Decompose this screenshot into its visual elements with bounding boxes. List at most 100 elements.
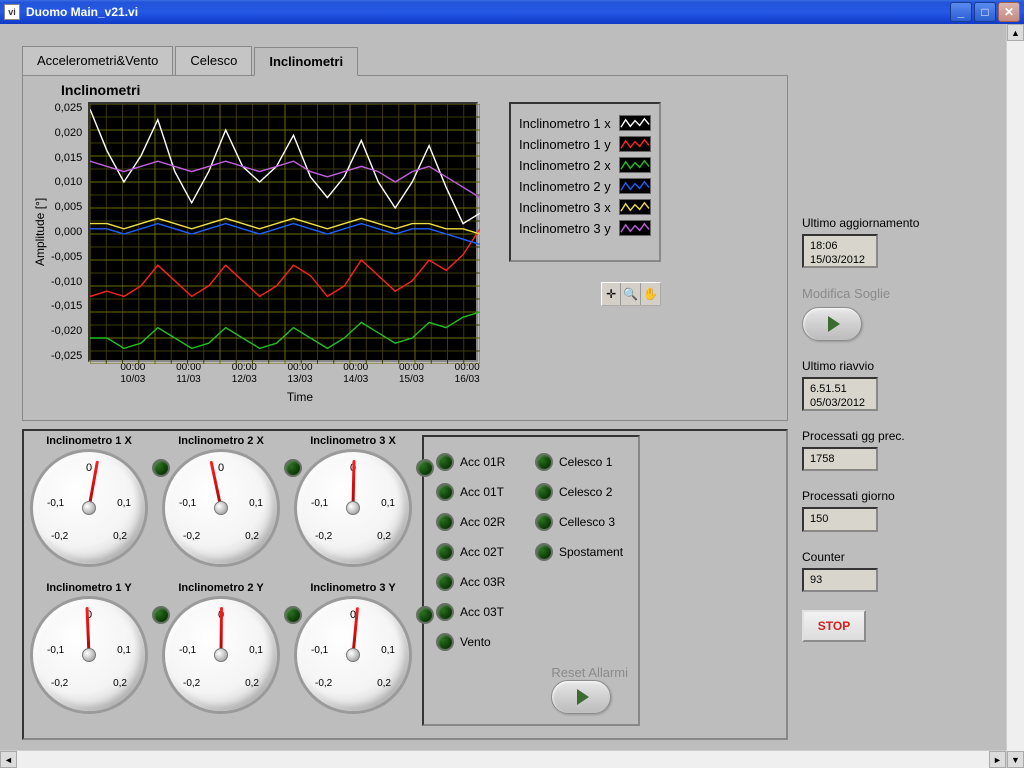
gauge-dial: 0-0,10,1-0,20,2	[30, 449, 148, 567]
side-info-panel: Ultimo aggiornamento 18:06 15/03/2012 Mo…	[802, 46, 992, 740]
gauge-status-led	[416, 606, 434, 624]
pan-tool-icon[interactable]: ✋	[641, 283, 660, 305]
chart-legend: Inclinometro 1 x Inclinometro 1 y Inclinom…	[509, 102, 661, 262]
scroll-up-icon[interactable]: ▲	[1007, 24, 1024, 41]
chart-xlabel: Time	[105, 390, 495, 404]
vertical-scrollbar[interactable]: ▲ ▼	[1006, 24, 1024, 768]
gauge-dial: 0-0,10,1-0,20,2	[162, 449, 280, 567]
app-window: vi Duomo Main_v21.vi _ □ ✕ Accelerometri…	[0, 0, 1024, 768]
legend-swatch	[619, 115, 651, 131]
play-icon	[828, 316, 840, 332]
chart-plot-area[interactable]	[88, 102, 478, 362]
status-led-label: Vento	[460, 635, 529, 649]
chart-yticks: 0,0250,0200,0150,0100,0050,000-0,005-0,0…	[51, 102, 88, 362]
graph-palette: ✛ 🔍 ✋	[601, 282, 661, 306]
app-icon: vi	[4, 4, 20, 20]
gauge-title: Inclinometro 3 X	[294, 435, 412, 447]
gauge-cell: Inclinometro 3 X 0-0,10,1-0,20,2	[294, 435, 412, 580]
legend-item[interactable]: Inclinometro 2 y	[519, 178, 651, 194]
counter-label: Counter	[802, 550, 992, 564]
processed-day-label: Processati giorno	[802, 489, 992, 503]
scroll-down-icon[interactable]: ▼	[1007, 751, 1024, 768]
client-area: Accelerometri&Vento Celesco Inclinometri…	[0, 24, 1024, 768]
tab-celesco[interactable]: Celesco	[175, 46, 252, 75]
status-led	[436, 543, 454, 561]
gauge-title: Inclinometro 2 Y	[162, 582, 280, 594]
status-led-label: Acc 01T	[460, 485, 529, 499]
legend-swatch	[619, 199, 651, 215]
gauge-dial: 0-0,10,1-0,20,2	[294, 449, 412, 567]
status-led	[436, 573, 454, 591]
counter-value: 93	[802, 568, 878, 592]
close-button[interactable]: ✕	[998, 2, 1020, 22]
status-led-label: Acc 03T	[460, 605, 529, 619]
gauge-dial: 0-0,10,1-0,20,2	[30, 596, 148, 714]
zoom-tool-icon[interactable]: 🔍	[621, 283, 641, 305]
legend-item[interactable]: Inclinometro 3 x	[519, 199, 651, 215]
gauge-cell: Inclinometro 2 X0-0,10,1-0,20,2	[162, 435, 280, 580]
tab-accelerometri[interactable]: Accelerometri&Vento	[22, 46, 173, 75]
chart-ylabel: Amplitude [°]	[33, 102, 47, 362]
processed-prev-label: Processati gg prec.	[802, 429, 992, 443]
legend-swatch	[619, 157, 651, 173]
status-led-label: Spostament	[559, 545, 628, 559]
gauge-dial: 0-0,10,1-0,20,2	[294, 596, 412, 714]
gauge-status-led	[416, 459, 434, 477]
legend-item[interactable]: Inclinometro 2 x	[519, 157, 651, 173]
status-led-label: Acc 02T	[460, 545, 529, 559]
scroll-left-icon[interactable]: ◄	[0, 751, 17, 768]
gauges-panel: Inclinometro 1 X0-0,10,1-0,20,2Inclinome…	[22, 429, 788, 740]
status-led	[535, 453, 553, 471]
status-led	[535, 543, 553, 561]
processed-day-value: 150	[802, 507, 878, 531]
modify-thresholds-button[interactable]	[802, 307, 862, 341]
status-led-label: Celesco 2	[559, 485, 628, 499]
gauge-title: Inclinometro 3 Y	[294, 582, 412, 594]
status-led	[436, 483, 454, 501]
status-led	[436, 513, 454, 531]
legend-swatch	[619, 136, 651, 152]
gauge-dial: 0-0,10,1-0,20,2	[162, 596, 280, 714]
status-led	[535, 483, 553, 501]
window-title: Duomo Main_v21.vi	[26, 5, 138, 19]
gauge-title: Inclinometro 1 X	[30, 435, 148, 447]
gauge-grid: Inclinometro 1 X0-0,10,1-0,20,2Inclinome…	[30, 435, 412, 726]
horizontal-scrollbar[interactable]: ◄ ►	[0, 750, 1006, 768]
status-led	[535, 513, 553, 531]
legend-item[interactable]: Inclinometro 1 x	[519, 115, 651, 131]
tab-page-inclinometri: Inclinometri Amplitude [°] 0,0250,0200,0…	[22, 75, 788, 421]
status-led-label: Acc 02R	[460, 515, 529, 529]
status-led-label: Acc 01R	[460, 455, 529, 469]
tab-inclinometri[interactable]: Inclinometri	[254, 47, 358, 76]
play-icon	[577, 689, 589, 705]
status-led	[436, 603, 454, 621]
maximize-button[interactable]: □	[974, 2, 996, 22]
minimize-button[interactable]: _	[950, 2, 972, 22]
last-update-label: Ultimo aggiornamento	[802, 216, 992, 230]
last-restart-value: 6.51.51 05/03/2012	[802, 377, 878, 411]
chart-xticks: 00:0010/0300:0011/0300:0012/0300:0013/03…	[105, 362, 495, 386]
status-led-label: Celesco 1	[559, 455, 628, 469]
modify-thresholds-label: Modifica Soglie	[802, 286, 992, 301]
reset-alarms-label: Reset Allarmi	[551, 665, 628, 680]
status-led-label: Cellesco 3	[559, 515, 628, 529]
chart-title: Inclinometri	[61, 82, 777, 98]
gauge-cell: Inclinometro 1 X 0-0,10,1-0,20,2	[30, 435, 148, 580]
gauge-title: Inclinometro 1 Y	[30, 582, 148, 594]
legend-swatch	[619, 220, 651, 236]
gauge-cell: Inclinometro 1 Y 0-0,10,1-0,20,2	[30, 582, 148, 727]
processed-prev-value: 1758	[802, 447, 878, 471]
legend-item[interactable]: Inclinometro 3 y	[519, 220, 651, 236]
stop-button[interactable]: STOP	[802, 610, 866, 642]
legend-swatch	[619, 178, 651, 194]
titlebar[interactable]: vi Duomo Main_v21.vi _ □ ✕	[0, 0, 1024, 24]
gauge-cell: Inclinometro 2 Y 0-0,10,1-0,20,2	[162, 582, 280, 727]
front-panel: Accelerometri&Vento Celesco Inclinometri…	[0, 24, 1006, 750]
last-update-value: 18:06 15/03/2012	[802, 234, 878, 268]
legend-item[interactable]: Inclinometro 1 y	[519, 136, 651, 152]
scroll-right-icon[interactable]: ►	[989, 751, 1006, 768]
status-led	[436, 453, 454, 471]
status-panel: Acc 01R Celesco 1 Acc 01T Celesco 2 Acc 02R C…	[422, 435, 640, 726]
crosshair-tool-icon[interactable]: ✛	[602, 283, 622, 305]
reset-alarms-button[interactable]	[551, 680, 611, 714]
